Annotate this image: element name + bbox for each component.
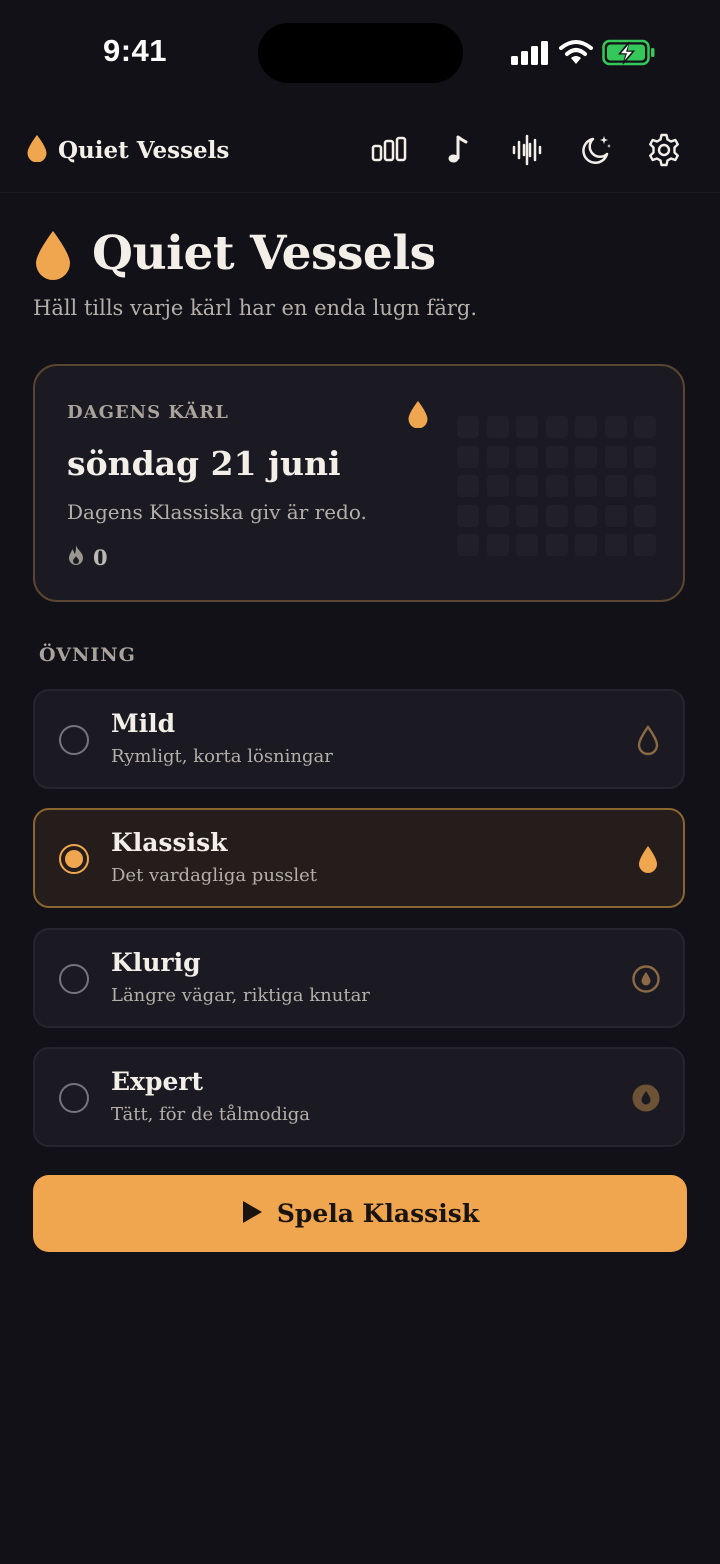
history-cell (604, 475, 627, 497)
history-cell (486, 416, 509, 438)
history-cell (516, 504, 538, 527)
history-cell (575, 416, 597, 438)
daily-description: Dagens Klassiska giv är redo. (67, 500, 367, 524)
history-cell (604, 534, 627, 556)
theme-button[interactable] (576, 130, 616, 170)
play-icon (241, 1200, 263, 1228)
play-button-label: Spela Klassisk (276, 1199, 480, 1228)
cellular-signal-icon (511, 41, 548, 65)
history-cell (545, 504, 568, 527)
history-cell (575, 534, 597, 556)
history-cell (516, 475, 538, 497)
daily-puzzle-card[interactable]: DAGENS KÄRL söndag 21 juni Dagens Klassi… (33, 364, 685, 602)
play-button[interactable]: Spela Klassisk (33, 1175, 687, 1252)
history-cell (486, 475, 509, 497)
brand[interactable]: Quiet Vessels (26, 132, 229, 168)
history-cell (634, 504, 656, 527)
history-cell (604, 445, 627, 468)
option-subtitle: Rymligt, korta lösningar (111, 746, 333, 767)
radio-klurig[interactable] (59, 964, 89, 994)
radio-klassisk-selected[interactable] (59, 844, 89, 874)
streak-count: 0 (93, 544, 108, 570)
history-cell (486, 504, 509, 527)
drop-outline-icon (635, 724, 661, 760)
practice-section-label: ÖVNING (39, 644, 136, 666)
history-cell (575, 504, 597, 527)
history-cell (604, 504, 627, 527)
difficulty-option-mild[interactable]: Mild Rymligt, korta lösningar (33, 689, 685, 789)
history-cell (486, 445, 509, 468)
stats-button[interactable] (369, 130, 409, 170)
option-subtitle: Längre vägar, riktiga knutar (111, 985, 370, 1006)
history-cell (457, 504, 479, 527)
history-cell (516, 416, 538, 438)
daily-drop-icon (407, 400, 429, 432)
drop-filled-icon (635, 843, 661, 879)
page-title: Quiet Vessels (92, 226, 436, 281)
radio-mild[interactable] (59, 725, 89, 755)
sound-waveform-icon (512, 134, 542, 166)
history-cell (545, 475, 568, 497)
history-cell (457, 475, 479, 497)
battery-charging-icon (602, 39, 655, 66)
history-cell (516, 534, 538, 556)
history-cell (457, 445, 479, 468)
drop-logo-icon (26, 134, 48, 166)
history-cell (634, 445, 656, 468)
music-icon (448, 135, 468, 163)
stats-icon (371, 136, 407, 162)
daily-date: söndag 21 juni (67, 444, 341, 483)
history-cell (575, 445, 597, 468)
history-cell (604, 416, 627, 438)
page-subtitle: Häll tills varje kärl har en enda lugn f… (33, 296, 478, 320)
settings-button[interactable] (644, 130, 684, 170)
drop-circle-filled-icon (631, 1082, 661, 1118)
daily-eyebrow: DAGENS KÄRL (67, 402, 229, 423)
difficulty-option-klurig[interactable]: Klurig Längre vägar, riktiga knutar (33, 928, 685, 1028)
history-cell (634, 416, 656, 438)
history-cell (516, 445, 538, 468)
history-cell (457, 534, 479, 556)
option-title: Mild (111, 709, 176, 738)
difficulty-option-klassisk[interactable]: Klassisk Det vardagliga pusslet (33, 808, 685, 908)
music-button[interactable] (438, 130, 478, 170)
history-cell (575, 475, 597, 497)
radio-dot (65, 850, 83, 868)
radio-expert[interactable] (59, 1083, 89, 1113)
history-cell (545, 416, 568, 438)
option-subtitle: Det vardagliga pusslet (111, 865, 318, 886)
moon-stars-icon (582, 136, 611, 164)
option-title: Klurig (111, 948, 201, 977)
gear-icon (649, 133, 679, 167)
history-cell (545, 445, 568, 468)
hero-drop-icon (34, 230, 72, 284)
option-subtitle: Tätt, för de tålmodiga (111, 1104, 311, 1125)
drop-circle-outline-icon (631, 963, 661, 999)
brand-title: Quiet Vessels (58, 136, 230, 164)
dynamic-island (258, 23, 463, 83)
history-cell (457, 416, 479, 438)
daily-history-grid (457, 416, 657, 556)
difficulty-option-expert[interactable]: Expert Tätt, för de tålmodiga (33, 1047, 685, 1147)
option-title: Klassisk (111, 828, 228, 857)
history-cell (634, 475, 656, 497)
top-nav-bar: Quiet Vessels (0, 104, 720, 193)
wifi-icon (559, 40, 593, 64)
flame-icon (67, 544, 85, 570)
status-time: 9:41 (102, 33, 168, 68)
history-cell (545, 534, 568, 556)
sound-button[interactable] (507, 130, 547, 170)
history-cell (486, 534, 509, 556)
status-bar: 9:41 (0, 0, 720, 104)
streak-counter: 0 (67, 544, 108, 570)
history-cell (634, 534, 656, 556)
option-title: Expert (111, 1067, 204, 1096)
